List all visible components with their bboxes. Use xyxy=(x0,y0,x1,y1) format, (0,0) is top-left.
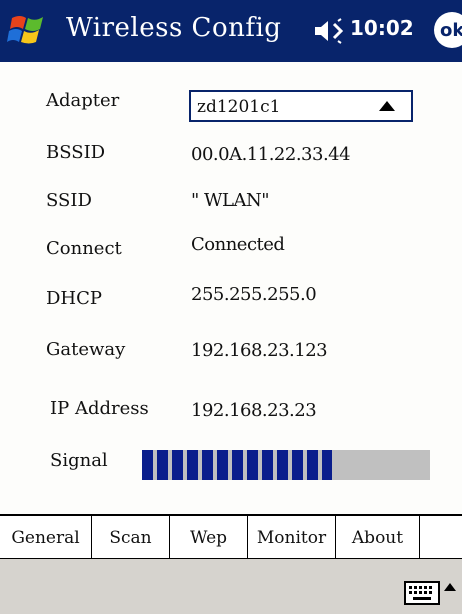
tab-wep[interactable]: Wep xyxy=(170,516,248,560)
bssid-label: BSSID xyxy=(46,142,106,163)
connect-label: Connect xyxy=(46,238,122,259)
window-title: Wireless Config xyxy=(66,13,282,43)
tab-scan[interactable]: Scan xyxy=(92,516,170,560)
signal-block xyxy=(187,450,198,480)
dropdown-arrow-icon[interactable] xyxy=(379,101,395,111)
signal-block xyxy=(322,450,333,480)
dhcp-label: DHCP xyxy=(46,288,103,309)
keyboard-icon[interactable] xyxy=(404,579,440,607)
bssid-value: 00.0A.11.22.33.44 xyxy=(191,144,351,165)
ip-address-value: 192.168.23.23 xyxy=(191,400,317,421)
adapter-select-value: zd1201c1 xyxy=(197,97,281,117)
signal-block xyxy=(232,450,243,480)
signal-block xyxy=(307,450,318,480)
gateway-label: Gateway xyxy=(46,339,126,360)
config-panel: Adapter zd1201c1 BSSID 00.0A.11.22.33.44… xyxy=(0,62,462,514)
ip-address-label: IP Address xyxy=(50,398,149,419)
tab-monitor[interactable]: Monitor xyxy=(248,516,336,560)
signal-block xyxy=(142,450,153,480)
signal-block xyxy=(217,450,228,480)
tab-general[interactable]: General xyxy=(0,516,92,560)
signal-block xyxy=(277,450,288,480)
ssid-value: " WLAN" xyxy=(191,190,269,211)
signal-block xyxy=(262,450,273,480)
ssid-label: SSID xyxy=(46,190,92,211)
signal-block xyxy=(157,450,168,480)
signal-label: Signal xyxy=(50,450,108,471)
tab-bar: General Scan Wep Monitor About xyxy=(0,514,462,560)
signal-strength-fill xyxy=(142,450,333,480)
speaker-icon[interactable] xyxy=(312,18,346,44)
signal-block xyxy=(292,450,303,480)
adapter-label: Adapter xyxy=(46,90,120,111)
signal-block xyxy=(172,450,183,480)
connect-value: Connected xyxy=(191,234,285,255)
signal-block xyxy=(202,450,213,480)
adapter-select[interactable]: zd1201c1 xyxy=(189,90,413,122)
clock-time[interactable]: 10:02 xyxy=(350,16,414,40)
signal-block xyxy=(247,450,258,480)
signal-strength-bar xyxy=(142,450,430,480)
title-bar: Wireless Config 10:02 ok xyxy=(0,0,462,62)
tab-about[interactable]: About xyxy=(336,516,420,560)
menu-bar xyxy=(0,558,462,614)
gateway-value: 192.168.23.123 xyxy=(191,340,328,361)
ok-button[interactable]: ok xyxy=(434,12,462,48)
windows-start-icon[interactable] xyxy=(6,10,50,50)
sip-arrow-icon[interactable] xyxy=(444,583,456,591)
dhcp-value: 255.255.255.0 xyxy=(191,284,317,305)
